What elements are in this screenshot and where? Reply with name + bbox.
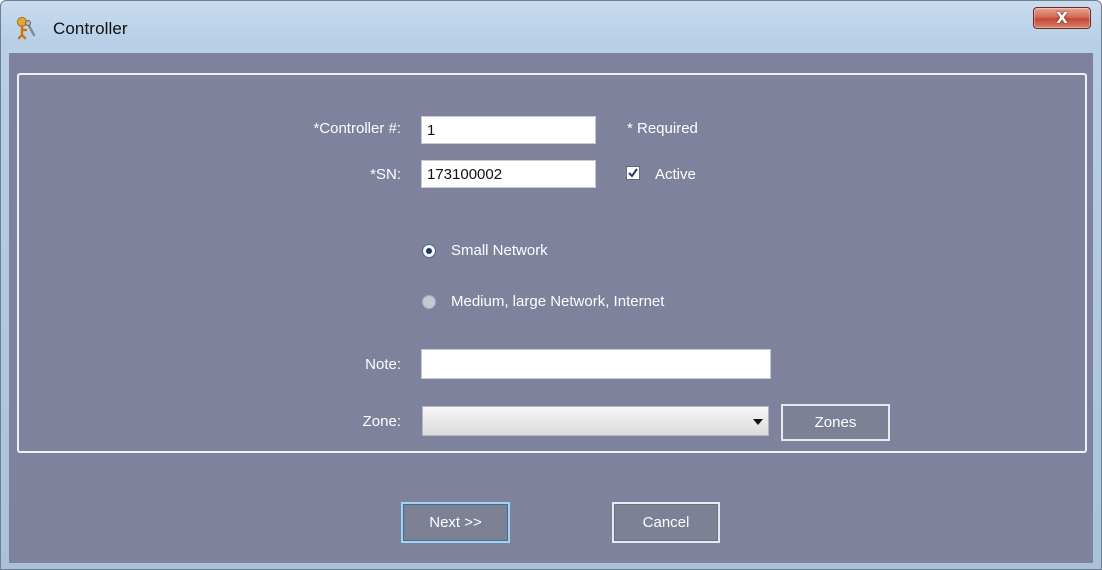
- cancel-button[interactable]: Cancel: [612, 502, 720, 543]
- required-note: * Required: [627, 120, 698, 137]
- window-title: Controller: [53, 19, 128, 38]
- checkmark-icon: [628, 168, 638, 178]
- controller-dialog: Controller X *Controller #: 1 * Required…: [0, 0, 1102, 570]
- small-network-label: Small Network: [451, 242, 548, 259]
- zones-button[interactable]: Zones: [781, 404, 890, 441]
- close-icon: X: [1056, 9, 1068, 27]
- controller-number-input[interactable]: 1: [421, 116, 596, 144]
- medium-large-network-radio[interactable]: [422, 295, 436, 309]
- sn-label: *SN:: [370, 166, 401, 183]
- medium-large-network-label: Medium, large Network, Internet: [451, 293, 665, 310]
- sn-input[interactable]: 173100002: [421, 160, 596, 188]
- next-button[interactable]: Next >>: [401, 502, 510, 543]
- key-person-icon: [13, 15, 39, 41]
- note-label: Note:: [365, 356, 401, 373]
- controller-number-label: *Controller #:: [313, 120, 401, 137]
- active-checkbox[interactable]: [626, 166, 640, 180]
- zone-label: Zone:: [362, 413, 401, 430]
- dropdown-arrow-icon: [753, 419, 763, 425]
- small-network-radio[interactable]: [422, 244, 436, 258]
- note-input[interactable]: [421, 349, 771, 379]
- zone-select[interactable]: [422, 406, 769, 436]
- close-button[interactable]: X: [1033, 7, 1091, 29]
- title-bar[interactable]: Controller X: [1, 1, 1101, 53]
- active-label: Active: [655, 166, 696, 183]
